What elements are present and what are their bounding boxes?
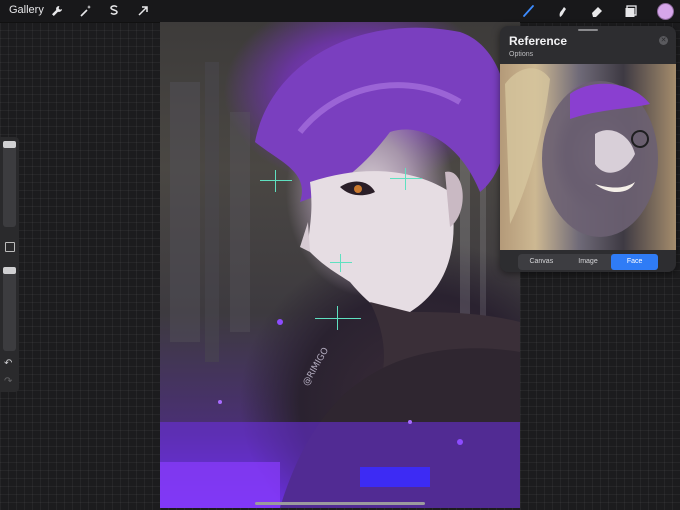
opacity-handle[interactable]	[3, 267, 16, 274]
gallery-button[interactable]: Gallery	[9, 4, 44, 16]
tab-face[interactable]: Face	[611, 254, 659, 270]
artwork-canvas[interactable]: @RIMIGO	[160, 22, 520, 508]
close-icon[interactable]: ✕	[659, 36, 668, 45]
smudge-icon[interactable]	[553, 2, 571, 20]
selection-icon[interactable]	[105, 2, 123, 20]
opacity-slider[interactable]	[3, 267, 16, 351]
brush-size-slider[interactable]	[3, 141, 16, 227]
magic-wand-icon[interactable]	[77, 2, 95, 20]
brush-size-handle[interactable]	[3, 141, 16, 148]
modify-button[interactable]	[5, 242, 15, 252]
top-toolbar: Gallery	[0, 0, 680, 23]
home-indicator[interactable]	[255, 502, 425, 505]
transform-arrow-icon[interactable]	[134, 2, 152, 20]
reference-mode-tabs: Canvas Image Face	[518, 254, 659, 270]
layers-icon[interactable]	[622, 2, 640, 20]
brush-icon[interactable]	[520, 2, 538, 20]
reference-panel: Reference Options ✕ Canvas Image Face	[500, 26, 676, 272]
eraser-icon[interactable]	[588, 2, 606, 20]
reference-title: Reference	[509, 34, 568, 48]
panel-grabber[interactable]	[578, 29, 598, 31]
wrench-icon[interactable]	[48, 2, 66, 20]
redo-icon[interactable]: ↷	[4, 376, 12, 387]
tab-canvas[interactable]: Canvas	[518, 254, 565, 270]
tab-image[interactable]: Image	[565, 254, 612, 270]
color-picker-swatch[interactable]	[657, 3, 674, 20]
reference-face-preview	[500, 64, 676, 250]
left-sidebar: ↶ ↷	[0, 137, 19, 392]
options-link[interactable]: Options	[509, 51, 533, 58]
undo-icon[interactable]: ↶	[4, 358, 12, 369]
